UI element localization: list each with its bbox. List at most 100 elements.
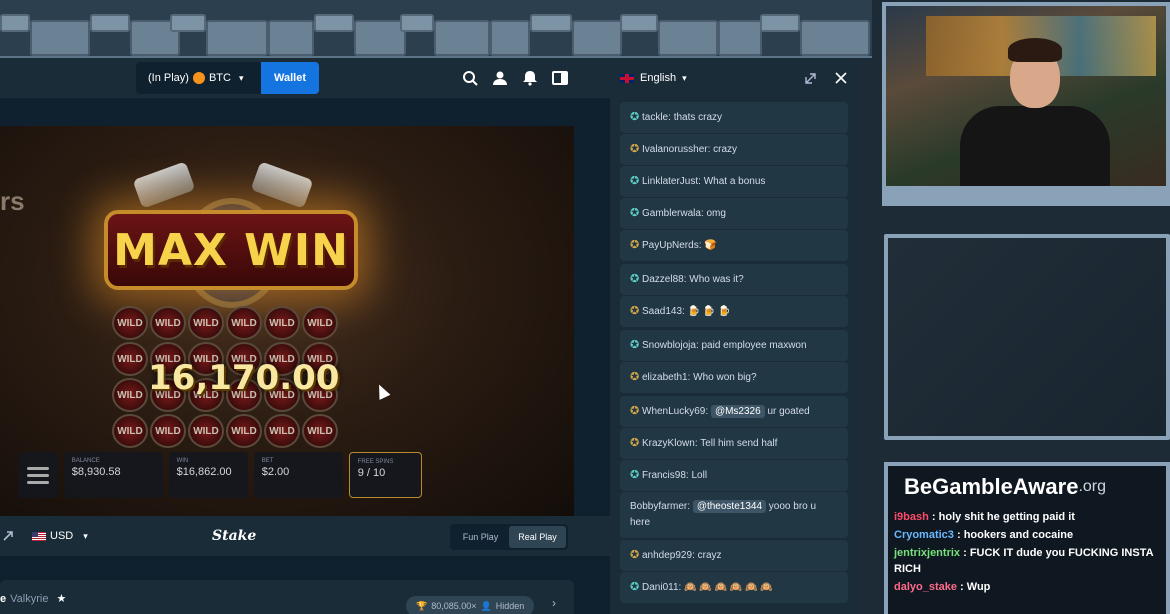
game-details-bar: e Valkyrie ★ 🏆 80,085.00× 👤 Hidden › — [0, 580, 574, 614]
chat-text: omg — [706, 208, 726, 219]
currency-selector[interactable]: USD ▾ — [32, 530, 88, 542]
wall-brick — [800, 20, 870, 56]
chat-message: ✪ PayUpNerds: 🍞 — [620, 230, 848, 261]
chat-username[interactable]: Dani011 — [642, 582, 679, 593]
chat-message: Bobbyfarmer: @theoste1344 yooo bro u her… — [620, 492, 848, 538]
chat-username[interactable]: Ivalanorussher — [642, 144, 708, 155]
trophy-icon: 🏆 — [416, 600, 428, 611]
notification-bell-icon[interactable] — [522, 70, 538, 86]
chat-text: Tell him send half — [700, 438, 778, 449]
wall-brick — [354, 20, 406, 56]
chat-username[interactable]: Bobbyfarmer — [630, 501, 687, 512]
wild-symbol: WILD — [226, 306, 262, 340]
chat-username[interactable]: KrazyKlown — [642, 438, 695, 449]
chat-username[interactable]: Saad143 — [642, 306, 682, 317]
chat-text: : hookers and cocaine — [956, 529, 1074, 541]
chat-username[interactable]: Dazzel88 — [642, 274, 684, 285]
close-icon[interactable] — [834, 71, 848, 85]
balance-selector[interactable]: (In Play) BTC ▾ — [136, 62, 262, 94]
vip-rank-icon: ✪ — [630, 469, 640, 481]
top-bar: (In Play) BTC ▾ Wallet — [0, 58, 610, 98]
gold-rank-icon: ✪ — [630, 549, 640, 561]
chevron-right-icon[interactable]: › — [552, 596, 556, 610]
webcam-frame-bottom — [882, 186, 1170, 206]
wall-brick — [718, 20, 762, 56]
win-box-label: WIN — [176, 458, 189, 464]
vip-rank-icon: ✪ — [630, 581, 640, 593]
chat-username: i9bash — [894, 511, 929, 523]
chat-message: ✪ elizabeth1: Who won big? — [620, 362, 848, 393]
balance-label: (In Play) — [148, 72, 189, 84]
free-spins-value: 9 / 10 — [357, 467, 386, 479]
stream-chat-line: i9bash : holy shit he getting paid it — [888, 508, 1166, 526]
wild-symbol: WILD — [112, 414, 148, 448]
slot-game-canvas[interactable]: rs MAX WIN WILD WILD WILD WILD WILD WILD… — [0, 126, 574, 516]
wallet-button[interactable]: Wallet — [261, 62, 319, 94]
vip-rank-icon: ✪ — [630, 111, 640, 123]
real-play-button[interactable]: Real Play — [509, 526, 566, 548]
chat-username[interactable]: LinklaterJust — [642, 176, 698, 187]
vip-rank-icon: ✪ — [630, 175, 640, 187]
chat-username: dalyo_stake — [894, 581, 957, 593]
wall-brick — [314, 14, 354, 32]
chat-message: ✪ Dazzel88: Who was it? — [620, 264, 848, 295]
popout-icon[interactable] — [804, 71, 818, 85]
chat-username[interactable]: Gamblerwala — [642, 208, 701, 219]
wild-symbol: WILD — [188, 414, 224, 448]
chat-header: English ▾ — [610, 58, 860, 98]
star-icon[interactable]: ★ — [56, 593, 66, 605]
empty-overlay-panel — [884, 234, 1170, 440]
bet-box[interactable]: BET $2.00 — [253, 452, 343, 498]
chat-message: ✪ Snowblojoja: paid employee maxwon — [620, 330, 848, 361]
chat-mention[interactable]: @Ms2326 — [710, 405, 765, 418]
chat-username[interactable]: Snowblojoja — [642, 340, 696, 351]
castle-wall-overlay — [0, 0, 872, 58]
max-multiplier-pill[interactable]: 🏆 80,085.00× 👤 Hidden — [406, 596, 535, 614]
wall-brick — [206, 20, 268, 56]
fun-play-button[interactable]: Fun Play — [452, 526, 509, 548]
expand-icon[interactable] — [2, 530, 14, 542]
chat-text: What a bonus — [703, 176, 766, 187]
wild-symbol: WILD — [112, 378, 148, 412]
wild-symbol: WILD — [302, 306, 338, 340]
wall-brick — [658, 20, 718, 56]
chat-text: crazy — [713, 144, 738, 155]
sidebar-toggle-icon[interactable] — [552, 70, 568, 86]
wild-symbol: WILD — [112, 342, 148, 376]
chat-text: ur goated — [767, 406, 810, 417]
user-icon[interactable] — [492, 70, 508, 86]
chat-username[interactable]: tackle — [642, 112, 668, 123]
game-provider[interactable]: Valkyrie — [10, 593, 48, 605]
language-selector[interactable]: English — [640, 72, 676, 84]
chat-mention[interactable]: @theoste1344 — [692, 500, 767, 513]
chat-username[interactable]: elizabeth1 — [642, 372, 688, 383]
wall-brick — [400, 14, 434, 32]
free-spins-label: FREE SPINS — [357, 459, 394, 465]
chat-message: ✪ Francis98: Loll — [620, 460, 848, 491]
gold-rank-icon: ✪ — [630, 437, 640, 449]
uk-flag-icon — [620, 73, 634, 83]
btc-icon — [192, 72, 205, 84]
chevron-down-icon[interactable]: ▾ — [682, 73, 687, 84]
wall-brick — [572, 20, 622, 56]
chat-text: Who was it? — [689, 274, 744, 285]
stake-logo: Stake — [212, 528, 257, 544]
begambleaware-logo: BeGambleAware — [904, 474, 1079, 499]
chat-username[interactable]: PayUpNerds — [642, 240, 699, 251]
chat-username[interactable]: Francis98 — [642, 470, 686, 481]
chevron-down-icon: ▾ — [83, 530, 88, 541]
game-menu-button[interactable] — [18, 452, 58, 498]
chat-message: ✪ tackle: thats crazy — [620, 102, 848, 133]
wall-brick — [530, 14, 572, 32]
win-box-value: $16,862.00 — [176, 466, 232, 478]
chat-username[interactable]: WhenLucky69 — [642, 406, 705, 417]
win-amount: 16,170.00 — [148, 358, 340, 398]
chat-username[interactable]: anhdep929 — [642, 550, 692, 561]
game-logo-fragment: rs — [0, 186, 25, 216]
vip-rank-icon: ✪ — [630, 273, 640, 285]
chat-message: ✪ Saad143: 🍺 🍺 🍺 — [620, 296, 848, 327]
wild-symbol: WILD — [302, 414, 338, 448]
search-icon[interactable] — [462, 70, 478, 86]
stream-chat-line: dalyo_stake : Wup — [888, 578, 1166, 596]
chat-message: ✪ KrazyKlown: Tell him send half — [620, 428, 848, 459]
